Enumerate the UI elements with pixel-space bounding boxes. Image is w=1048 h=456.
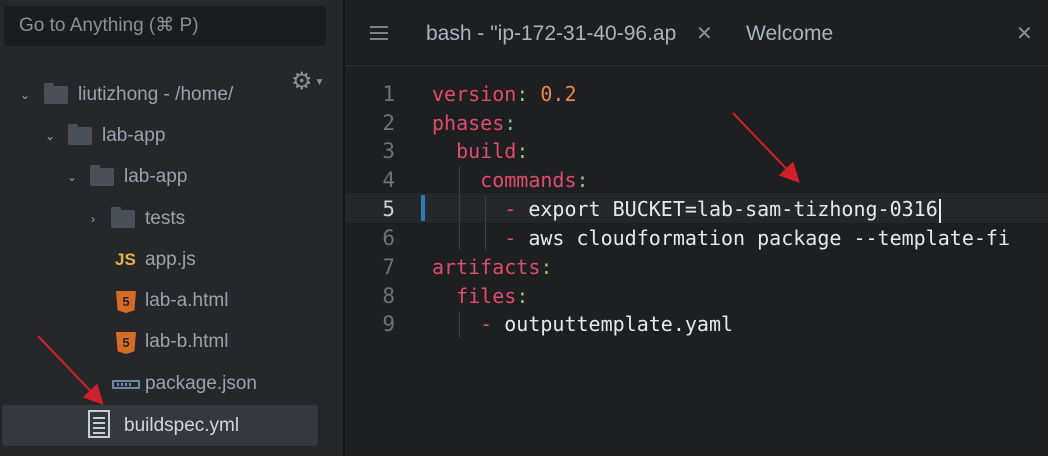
annotation-arrows <box>37 112 800 405</box>
annotation-arrow-editor <box>732 112 800 183</box>
annotation-arrow-file <box>37 335 104 405</box>
